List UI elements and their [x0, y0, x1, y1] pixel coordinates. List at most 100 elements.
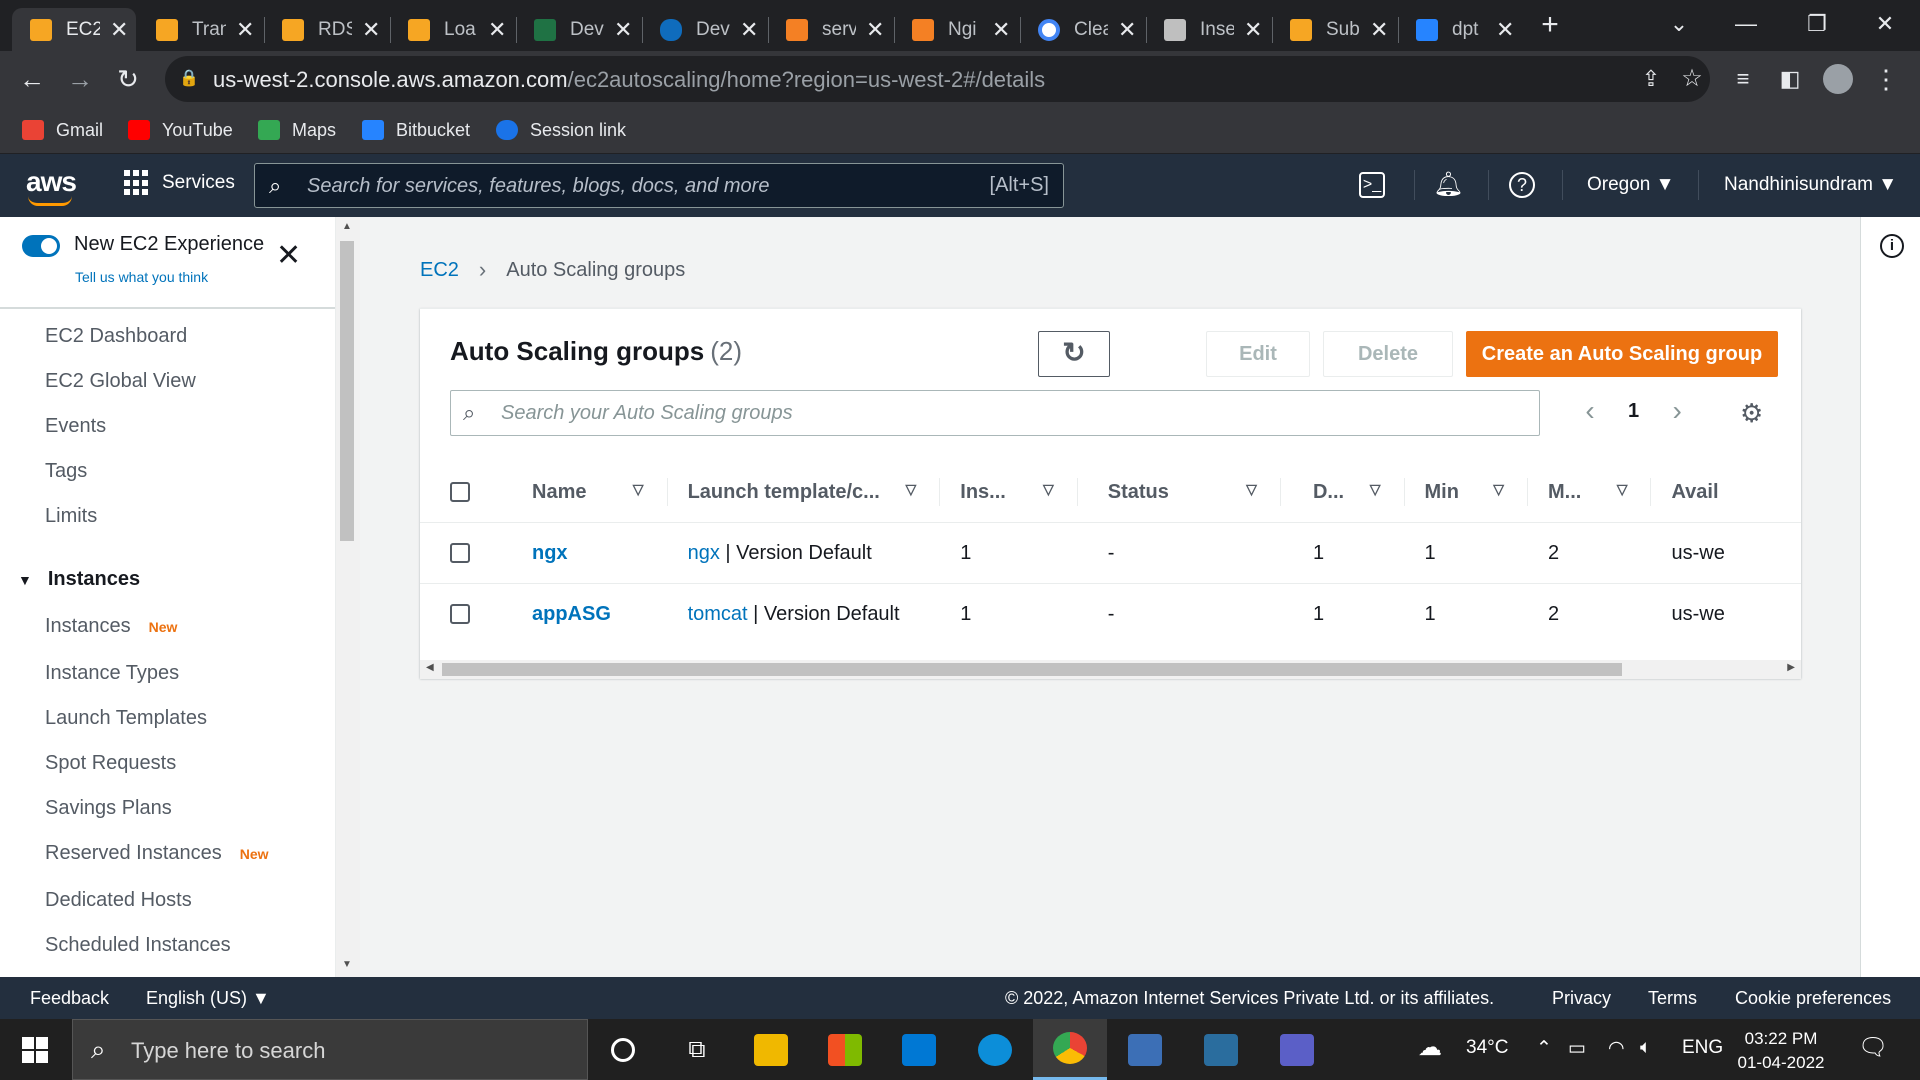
help-icon[interactable]: ?	[1509, 172, 1535, 198]
refresh-button[interactable]: ↻	[1038, 331, 1110, 377]
sort-caret-icon[interactable]: ▽	[906, 481, 917, 498]
close-tab-icon[interactable]: ✕	[1370, 17, 1388, 43]
sidebar-item-spot-requests[interactable]: Spot Requests	[45, 752, 176, 775]
restore-button[interactable]: ❐	[1797, 6, 1837, 42]
close-tab-icon[interactable]: ✕	[1118, 17, 1136, 43]
profile-avatar[interactable]	[1818, 59, 1858, 99]
edit-button[interactable]: Edit	[1206, 331, 1310, 377]
region-selector[interactable]: Oregon ▼	[1587, 174, 1674, 196]
network-app-icon[interactable]	[1108, 1019, 1182, 1080]
current-page-number[interactable]: 1	[1628, 400, 1639, 423]
file-explorer-icon[interactable]	[734, 1019, 808, 1080]
launch-template-link[interactable]: tomcat	[688, 603, 748, 626]
volume-icon[interactable]: 🔈︎	[1640, 1037, 1651, 1059]
cloudshell-icon[interactable]: >_	[1359, 172, 1385, 198]
browser-tab[interactable]: dpt ✕	[1398, 8, 1520, 51]
task-view-icon[interactable]: ⧉	[660, 1019, 734, 1080]
sidebar-item-scheduled-instances[interactable]: Scheduled Instances	[45, 934, 231, 957]
weather-cloud-icon[interactable]: ☁	[1418, 1033, 1442, 1062]
column-name[interactable]: Name ▽	[470, 462, 668, 523]
scroll-left-arrow[interactable]: ◀	[426, 662, 434, 673]
input-language[interactable]: ENG	[1682, 1037, 1723, 1059]
sidebar-item-savings-plans[interactable]: Savings Plans	[45, 797, 172, 820]
feedback-link[interactable]: Feedback	[30, 988, 109, 1009]
close-tab-icon[interactable]: ✕	[236, 17, 254, 43]
tab-search-icon[interactable]: ⌄	[1659, 6, 1699, 42]
browser-tab[interactable]: RDS ✕	[264, 8, 386, 51]
bookmark-star-icon[interactable]: ☆	[1672, 59, 1712, 99]
privacy-link[interactable]: Privacy	[1552, 988, 1611, 1009]
scrollbar-thumb[interactable]	[442, 663, 1622, 676]
sort-caret-icon[interactable]: ▽	[1617, 481, 1628, 498]
reload-icon[interactable]: ↻	[108, 59, 148, 99]
close-tab-icon[interactable]: ✕	[362, 17, 380, 43]
column-instances[interactable]: Ins... ▽	[940, 462, 1078, 523]
chrome-icon[interactable]	[1033, 1019, 1107, 1080]
browser-tab[interactable]: Clea ✕	[1020, 8, 1142, 51]
close-tab-icon[interactable]: ✕	[992, 17, 1010, 43]
bookmark-youtube[interactable]: YouTube	[128, 116, 233, 144]
mail-icon[interactable]	[882, 1019, 956, 1080]
windows-start-icon[interactable]	[22, 1037, 48, 1063]
aws-global-search[interactable]: ⌕ [Alt+S]	[254, 163, 1064, 208]
column-min[interactable]: Min ▽	[1404, 462, 1528, 523]
group-search-input[interactable]	[501, 400, 1401, 426]
column-launch-template[interactable]: Launch template/c... ▽	[667, 462, 941, 523]
browser-tab[interactable]: Loa ✕	[390, 8, 512, 51]
close-tab-icon[interactable]: ✕	[1244, 17, 1262, 43]
column-max[interactable]: M... ▽	[1528, 462, 1652, 523]
battery-icon[interactable]: ▭	[1568, 1037, 1586, 1060]
mysql-workbench-icon[interactable]	[1184, 1019, 1258, 1080]
chevron-up-icon[interactable]: ⌃	[1536, 1037, 1552, 1060]
sidebar-item-instance-types[interactable]: Instance Types	[45, 662, 179, 685]
scrollbar-thumb[interactable]	[340, 241, 354, 541]
table-horizontal-scrollbar[interactable]: ◀ ▶	[420, 660, 1801, 679]
browser-tab[interactable]: serv ✕	[768, 8, 890, 51]
breadcrumb-ec2-link[interactable]: EC2	[420, 259, 459, 282]
media-control-icon[interactable]: ≡	[1723, 59, 1763, 99]
browser-tab[interactable]: Tran ✕	[138, 8, 260, 51]
share-icon[interactable]: ⇪	[1631, 59, 1671, 99]
sidebar-section-instances[interactable]: ▼ Instances	[18, 568, 140, 591]
side-panel-icon[interactable]: ◧	[1770, 59, 1810, 99]
teams-icon[interactable]	[1260, 1019, 1334, 1080]
browser-tab[interactable]: Dev ✕	[516, 8, 638, 51]
sort-caret-icon[interactable]: ▽	[1246, 481, 1257, 498]
back-icon[interactable]: ←	[12, 59, 52, 99]
column-availability-zones[interactable]: Avail	[1651, 462, 1801, 523]
group-search[interactable]: ⌕	[450, 390, 1540, 436]
gear-icon[interactable]: ⚙	[1740, 400, 1763, 426]
aws-logo[interactable]: aws	[26, 166, 77, 206]
launch-template-link[interactable]: ngx	[688, 542, 720, 565]
browser-tab-ec2[interactable]: EC2 ✕	[12, 8, 136, 51]
cortana-icon[interactable]	[586, 1019, 660, 1080]
group-name-link[interactable]: ngx	[532, 542, 568, 565]
group-name-link[interactable]: appASG	[532, 603, 611, 626]
bookmark-maps[interactable]: Maps	[258, 116, 336, 144]
info-icon[interactable]: i	[1880, 234, 1904, 258]
close-icon[interactable]: ✕	[276, 241, 301, 271]
menu-kebab-icon[interactable]: ⋮	[1866, 59, 1906, 99]
bookmark-gmail[interactable]: Gmail	[22, 116, 103, 144]
new-experience-toggle[interactable]	[22, 235, 60, 257]
sidebar-item-ec2-dashboard[interactable]: EC2 Dashboard	[45, 325, 187, 348]
browser-tab[interactable]: Ngi ✕	[894, 8, 1016, 51]
close-tab-icon[interactable]: ✕	[740, 17, 758, 43]
sidebar-item-limits[interactable]: Limits	[45, 505, 97, 528]
column-status[interactable]: Status ▽	[1077, 462, 1281, 523]
browser-tab[interactable]: Inse ✕	[1146, 8, 1268, 51]
sidebar-item-tags[interactable]: Tags	[45, 460, 87, 483]
sidebar-item-launch-templates[interactable]: Launch Templates	[45, 707, 207, 730]
aws-search-input[interactable]	[307, 172, 947, 200]
column-desired[interactable]: D... ▽	[1280, 462, 1405, 523]
account-menu[interactable]: Nandhinisundram ▼	[1724, 174, 1897, 196]
close-tab-icon[interactable]: ✕	[614, 17, 632, 43]
taskbar-search[interactable]: ⌕	[72, 1019, 588, 1080]
sidebar-item-ec2-global-view[interactable]: EC2 Global View	[45, 370, 196, 393]
feedback-link[interactable]: Tell us what you think	[75, 269, 208, 285]
row-checkbox[interactable]	[450, 543, 470, 563]
microsoft-store-icon[interactable]	[808, 1019, 882, 1080]
edge-icon[interactable]	[958, 1019, 1032, 1080]
create-auto-scaling-group-button[interactable]: Create an Auto Scaling group	[1466, 331, 1778, 377]
sidebar-item-dedicated-hosts[interactable]: Dedicated Hosts	[45, 889, 192, 912]
